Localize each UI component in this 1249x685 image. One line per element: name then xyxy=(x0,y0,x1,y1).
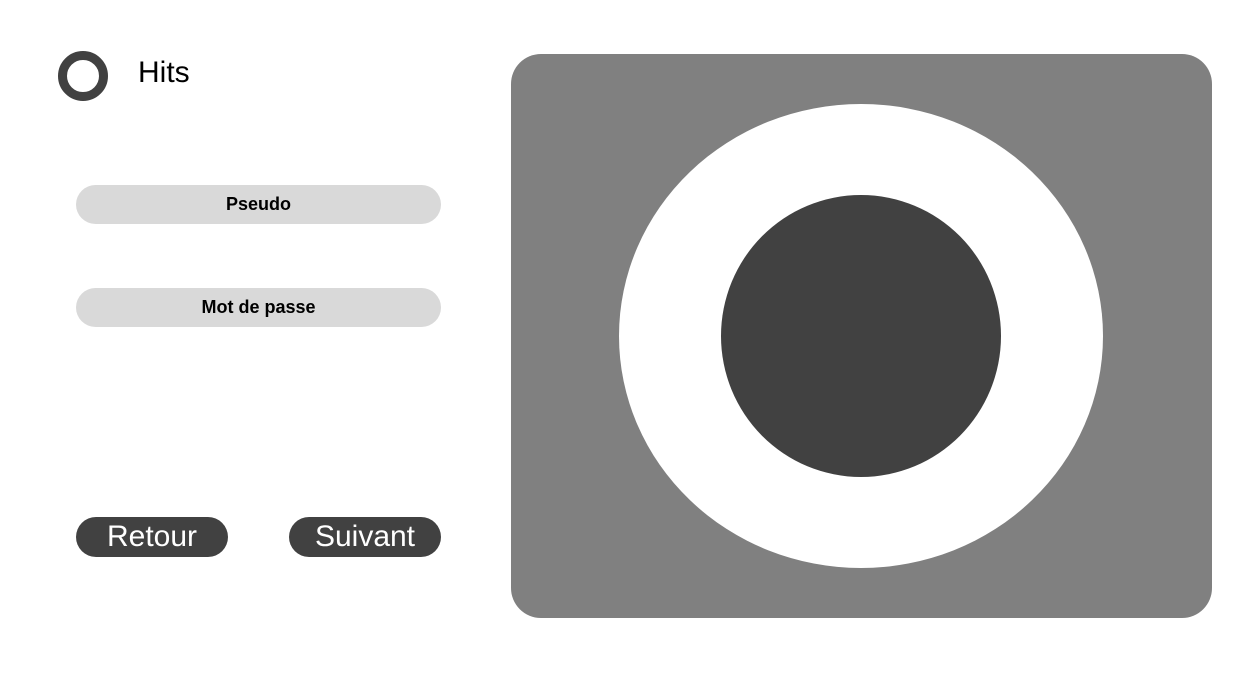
login-page: Hits Retour Suivant xyxy=(0,0,1249,685)
next-button[interactable]: Suivant xyxy=(289,517,441,557)
password-input[interactable] xyxy=(76,288,441,327)
inner-circle xyxy=(721,195,1001,477)
app-title: Hits xyxy=(138,56,190,89)
back-button[interactable]: Retour xyxy=(76,517,228,557)
image-placeholder-icon xyxy=(619,104,1103,568)
ring-logo-icon xyxy=(58,51,108,101)
image-placeholder xyxy=(511,54,1212,618)
pseudo-input[interactable] xyxy=(76,185,441,224)
